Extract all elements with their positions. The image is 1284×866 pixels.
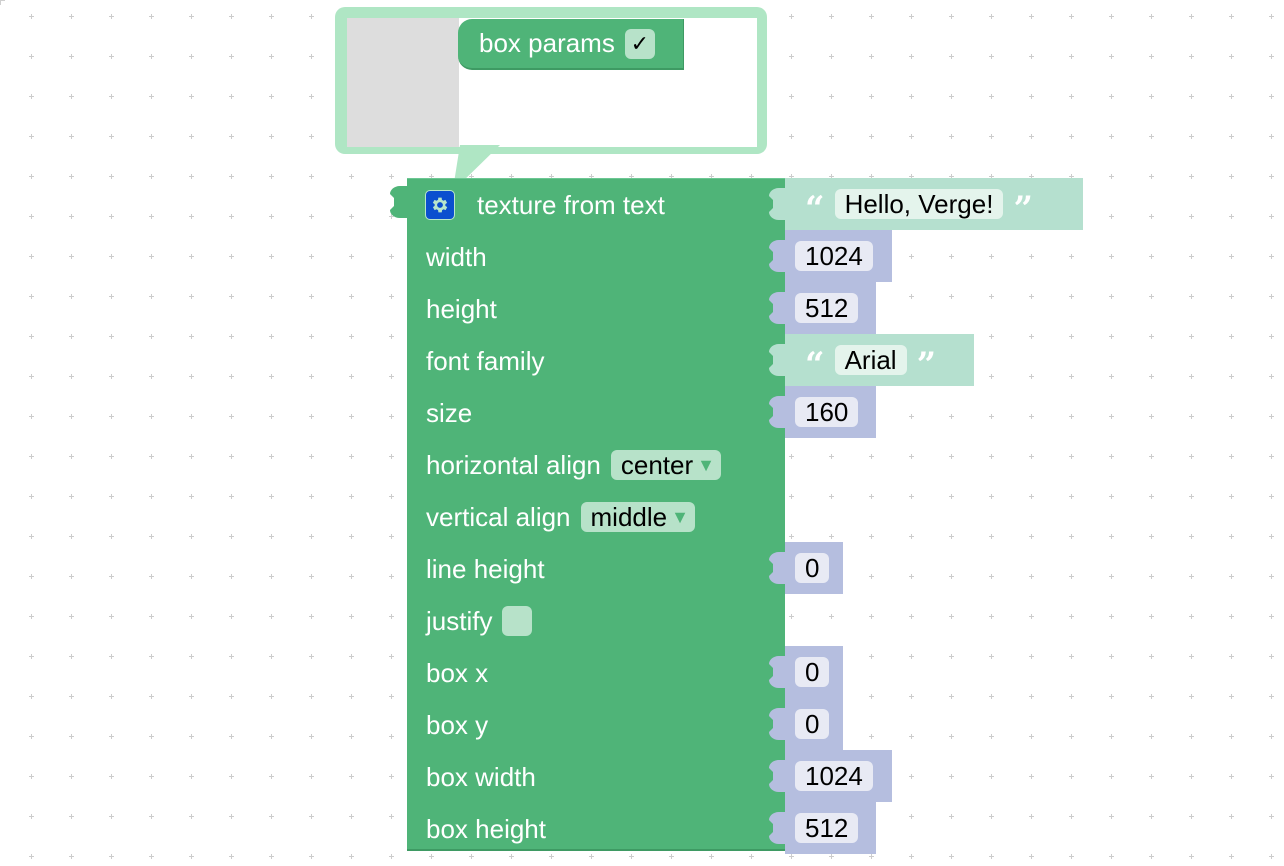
input-connector <box>769 812 787 844</box>
text-field[interactable]: Hello, Verge! <box>834 189 1004 219</box>
row-horizontal-align: horizontal align center ▼ <box>426 439 721 491</box>
font-family-text-block[interactable]: “ Arial ” <box>769 334 974 386</box>
vertical-align-dropdown[interactable]: middle ▼ <box>580 501 695 532</box>
horizontal-align-value: center <box>620 449 694 480</box>
input-connector <box>769 760 787 792</box>
texture-from-text-block[interactable]: texture from text width height font fami… <box>407 178 785 851</box>
box-y-number-block[interactable]: 0 <box>769 698 843 750</box>
block-title: texture from text <box>477 189 665 220</box>
close-quote-icon: ” <box>916 345 937 385</box>
input-connector <box>769 708 787 740</box>
input-connector <box>769 552 787 584</box>
mutator-flyout[interactable] <box>347 18 459 147</box>
label-box-y: box y <box>426 709 489 740</box>
block-header: texture from text <box>425 179 665 231</box>
size-field[interactable]: 160 <box>795 397 859 427</box>
label-height: height <box>426 293 497 324</box>
input-connector <box>769 344 787 376</box>
mutator-item-box-params[interactable]: box params ✓ <box>458 19 684 70</box>
row-vertical-align: vertical align middle ▼ <box>426 491 695 543</box>
dropdown-arrow-icon: ▼ <box>671 506 689 527</box>
row-width: width <box>426 231 487 283</box>
label-box-width: box width <box>426 761 536 792</box>
output-connector <box>390 186 408 218</box>
label-line-height: line height <box>426 553 545 584</box>
input-connector <box>769 240 787 272</box>
input-connector <box>769 188 787 220</box>
checkmark-icon: ✓ <box>630 30 650 56</box>
row-box-height: box height <box>426 803 546 855</box>
width-field[interactable]: 1024 <box>795 241 873 271</box>
row-size: size <box>426 387 472 439</box>
height-field[interactable]: 512 <box>795 293 859 323</box>
row-box-x: box x <box>426 647 488 699</box>
input-connector <box>769 396 787 428</box>
label-width: width <box>426 241 487 272</box>
row-font-family: font family <box>426 335 545 387</box>
box-x-field[interactable]: 0 <box>795 657 830 687</box>
width-number-block[interactable]: 1024 <box>769 230 892 282</box>
box-height-number-block[interactable]: 512 <box>769 802 876 854</box>
mutator-gear-button[interactable] <box>425 190 455 220</box>
label-vertical-align: vertical align <box>426 501 571 532</box>
label-box-x: box x <box>426 657 489 688</box>
box-width-field[interactable]: 1024 <box>795 761 873 791</box>
row-box-y: box y <box>426 699 488 751</box>
line-height-field[interactable]: 0 <box>795 553 830 583</box>
font-family-field[interactable]: Arial <box>834 345 907 375</box>
label-horizontal-align: horizontal align <box>426 449 601 480</box>
open-quote-icon: “ <box>805 345 825 385</box>
open-quote-icon: “ <box>805 189 825 229</box>
box-y-field[interactable]: 0 <box>795 709 830 739</box>
row-justify: justify <box>426 595 533 647</box>
input-connector <box>769 292 787 324</box>
row-box-width: box width <box>426 751 536 803</box>
box-x-number-block[interactable]: 0 <box>769 646 843 698</box>
input-connector <box>769 656 787 688</box>
dropdown-arrow-icon: ▼ <box>697 454 715 475</box>
vertical-align-value: middle <box>590 501 668 532</box>
row-height: height <box>426 283 497 335</box>
height-number-block[interactable]: 512 <box>769 282 876 334</box>
label-justify: justify <box>426 605 493 636</box>
size-number-block[interactable]: 160 <box>769 386 876 438</box>
box-height-field[interactable]: 512 <box>795 813 859 843</box>
text-input-block[interactable]: “ Hello, Verge! ” <box>769 178 1083 230</box>
justify-checkbox[interactable] <box>502 606 533 636</box>
line-height-number-block[interactable]: 0 <box>769 542 843 594</box>
row-line-height: line height <box>426 543 545 595</box>
box-width-number-block[interactable]: 1024 <box>769 750 892 802</box>
label-size: size <box>426 397 473 428</box>
mutator-item-label: box params <box>479 28 615 58</box>
label-box-height: box height <box>426 813 546 844</box>
gear-icon <box>432 197 448 213</box>
close-quote-icon: ” <box>1013 189 1033 229</box>
horizontal-align-dropdown[interactable]: center ▼ <box>610 449 721 480</box>
label-font-family: font family <box>426 345 545 376</box>
box-params-checkbox[interactable]: ✓ <box>624 28 655 59</box>
